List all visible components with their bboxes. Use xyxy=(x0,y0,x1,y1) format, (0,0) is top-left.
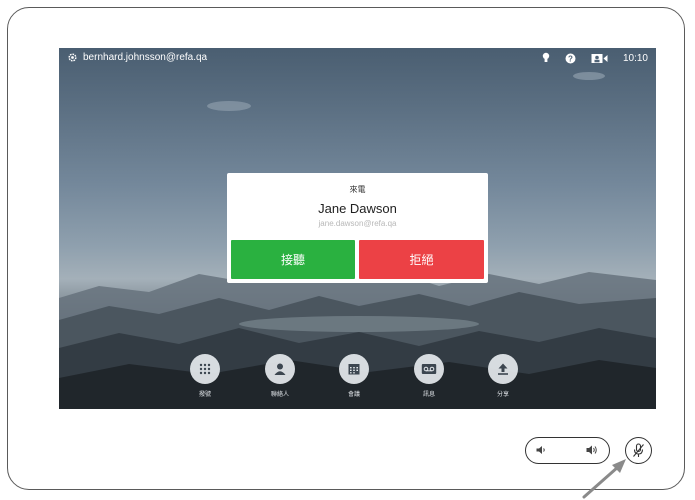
dock-label: 撥號 xyxy=(198,392,211,398)
incoming-call-label: 來電 xyxy=(349,185,366,194)
dock-label: 訊息 xyxy=(422,392,435,398)
dock-item-meetings[interactable]: 會議 xyxy=(334,354,374,398)
share-icon xyxy=(498,363,508,375)
status-bar: bernhard.johnsson@refa.qa ? 10:10 xyxy=(59,48,656,70)
proximity-lightbulb-icon[interactable] xyxy=(542,52,550,64)
dock-label: 會議 xyxy=(347,392,360,398)
svg-text:?: ? xyxy=(568,54,573,63)
dock-item-share[interactable]: 分享 xyxy=(483,354,523,398)
help-icon[interactable]: ? xyxy=(565,53,576,64)
settings-gear-icon[interactable] xyxy=(67,52,78,63)
voicemail-icon xyxy=(421,364,437,374)
dock-item-call[interactable]: 撥號 xyxy=(185,354,225,398)
arrow-pointer-icon xyxy=(582,459,626,499)
dock-item-messages[interactable]: 訊息 xyxy=(409,354,449,398)
touch-screen: bernhard.johnsson@refa.qa ? 10:10 來電 Jan… xyxy=(59,48,656,409)
contacts-icon xyxy=(274,363,286,375)
mic-mute-icon xyxy=(633,443,644,457)
answer-button[interactable]: 接聽 xyxy=(231,240,355,279)
dock-label: 分享 xyxy=(496,392,509,398)
clock: 10:10 xyxy=(622,52,648,64)
calendar-icon xyxy=(348,364,360,375)
selfview-camera-icon[interactable] xyxy=(591,53,608,64)
dock-label: 聯絡人 xyxy=(270,392,289,398)
caller-name: Jane Dawson xyxy=(318,201,397,216)
dock-item-contacts[interactable]: 聯絡人 xyxy=(260,354,300,398)
account-email: bernhard.johnsson@refa.qa xyxy=(83,52,208,63)
volume-down-icon[interactable] xyxy=(536,445,547,455)
account-info[interactable]: bernhard.johnsson@refa.qa xyxy=(67,52,207,63)
keypad-icon xyxy=(199,363,211,375)
decline-button[interactable]: 拒絕 xyxy=(359,240,484,279)
caller-email: jane.dawson@refa.qa xyxy=(318,219,397,228)
incoming-call-dialog: 來電 Jane Dawson jane.dawson@refa.qa 接聽 拒絕 xyxy=(227,173,488,283)
